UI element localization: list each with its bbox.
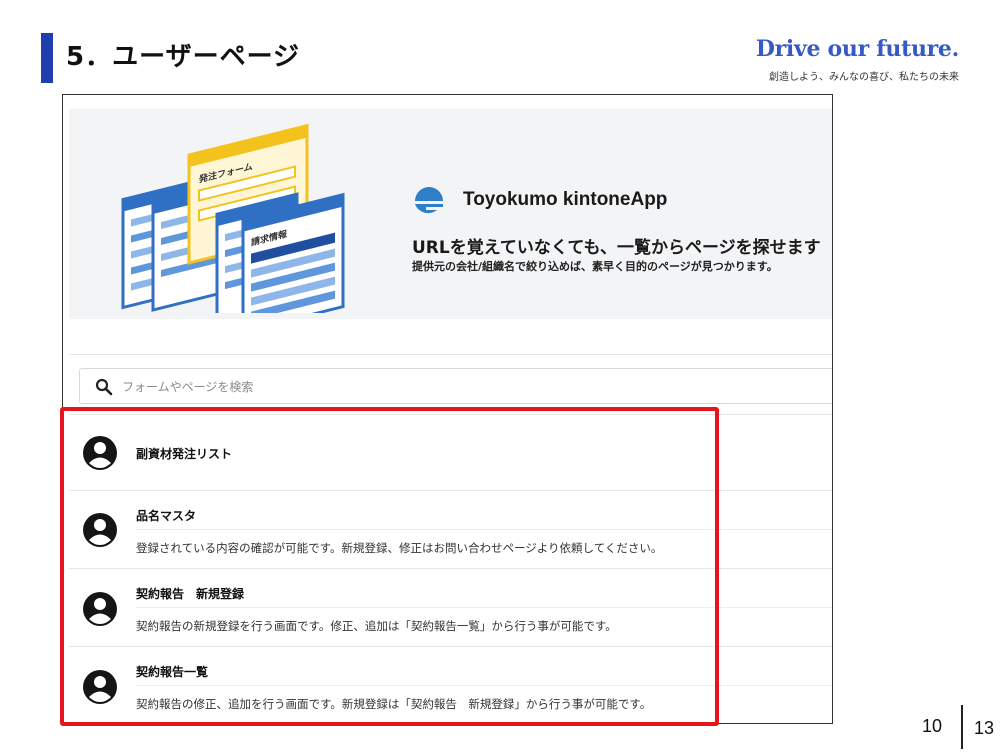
search-box[interactable]	[79, 368, 832, 404]
divider	[136, 607, 832, 608]
page-name[interactable]: 副資材発注リスト	[136, 445, 232, 462]
title-accent-bar	[41, 33, 53, 83]
user-avatar-icon	[83, 592, 117, 626]
page-description: 契約報告の修正、追加を行う画面です。新規登録は「契約報告 新規登録」から行う事が…	[136, 697, 652, 711]
search-icon	[95, 378, 113, 396]
page-list-item[interactable]: 契約報告一覧 契約報告の修正、追加を行う画面です。新規登録は「契約報告 新規登録…	[69, 646, 832, 723]
page-list: 副資材発注リスト 品名マスタ 登録されている内容の確認が可能です。新規登録、修正…	[69, 414, 832, 723]
page-description: 契約報告の新規登録を行う画面です。修正、追加は「契約報告一覧」から行う事が可能で…	[136, 619, 617, 633]
app-name: Toyokumo kintoneApp	[463, 189, 668, 210]
user-avatar-icon	[83, 436, 117, 470]
brand-logo: Drive our future.	[755, 36, 959, 62]
page-divider	[961, 705, 963, 749]
user-avatar-icon	[83, 670, 117, 704]
user-avatar-icon	[83, 513, 117, 547]
search-input[interactable]	[122, 377, 722, 397]
page-list-item[interactable]: 品名マスタ 登録されている内容の確認が可能です。新規登録、修正はお問い合わせペー…	[69, 490, 832, 568]
page-number: 10	[922, 716, 943, 736]
page-name[interactable]: 品名マスタ	[136, 507, 196, 524]
hero-title: URLを覚えていなくても、一覧からページを探せます	[412, 238, 821, 258]
brand-tagline: 創造しよう、みんなの喜び、私たちの未来	[769, 72, 959, 83]
toyokumo-logo-icon	[415, 187, 443, 214]
page-list-item[interactable]: 契約報告 新規登録 契約報告の新規登録を行う画面です。修正、追加は「契約報告一覧…	[69, 568, 832, 646]
slide-title: 5．ユーザーページ	[66, 42, 301, 72]
page-name[interactable]: 契約報告 新規登録	[136, 585, 244, 602]
divider	[136, 685, 832, 686]
forms-illustration-icon: 発注フォーム 請求情報	[121, 123, 345, 313]
divider	[69, 354, 832, 355]
page-name[interactable]: 契約報告一覧	[136, 663, 208, 680]
app-screenshot: 発注フォーム 請求情報 Toyokumo kintoneApp URLを覚えてい…	[62, 94, 833, 724]
brand-block: Drive our future. 創造しよう、みんなの喜び、私たちの未来	[756, 36, 959, 83]
page-total: 13	[974, 718, 995, 738]
page-list-item[interactable]: 副資材発注リスト	[69, 414, 832, 490]
page-description: 登録されている内容の確認が可能です。新規登録、修正はお問い合わせページより依頼し…	[136, 541, 663, 555]
divider	[136, 529, 832, 530]
hero-banner: 発注フォーム 請求情報 Toyokumo kintoneApp URLを覚えてい…	[69, 109, 832, 319]
hero-subtitle: 提供元の会社/組織名で絞り込めば、素早く目的のページが見つかります。	[412, 260, 778, 273]
